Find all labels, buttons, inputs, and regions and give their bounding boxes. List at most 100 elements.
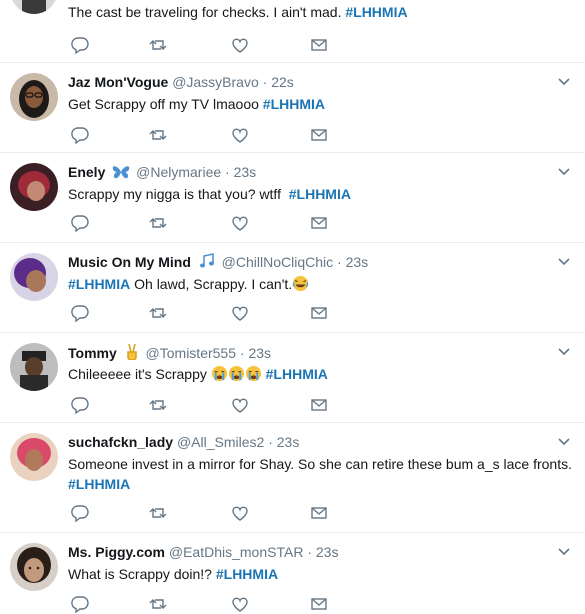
message-icon[interactable] — [309, 503, 329, 523]
reply-icon[interactable] — [70, 35, 90, 55]
tweet[interactable]: The cast be traveling for checks. I ain'… — [0, 0, 585, 63]
timestamp[interactable]: 23s — [234, 164, 257, 180]
like-icon[interactable] — [230, 503, 250, 523]
loudly-crying-emoji-icon — [228, 365, 245, 387]
avatar[interactable] — [10, 253, 58, 301]
reply-icon[interactable] — [70, 503, 90, 523]
tweet-header: Enely @Nelymariee · 23s — [68, 163, 256, 183]
avatar[interactable] — [10, 543, 58, 591]
tweet-actions — [68, 125, 348, 145]
avatar[interactable] — [10, 163, 58, 211]
loudly-crying-emoji-icon — [245, 365, 262, 387]
tweet-actions — [68, 303, 348, 323]
retweet-icon[interactable] — [148, 35, 168, 55]
hashtag-link[interactable]: #LHHMIA — [68, 276, 130, 292]
timestamp[interactable]: 23s — [277, 434, 300, 450]
reply-icon[interactable] — [70, 213, 90, 233]
message-icon[interactable] — [309, 395, 329, 415]
tweet-text: What is Scrappy doin!? #LHHMIA — [68, 564, 578, 584]
tweet[interactable]: Enely @Nelymariee · 23s Scrappy my nigga… — [0, 153, 585, 243]
timestamp[interactable]: 22s — [271, 74, 294, 90]
display-name[interactable]: Music On My Mind — [68, 254, 191, 270]
tweet[interactable]: suchafckn_lady @All_Smiles2 · 23s Someon… — [0, 423, 585, 533]
like-icon[interactable] — [230, 125, 250, 145]
avatar[interactable] — [10, 73, 58, 121]
retweet-icon[interactable] — [148, 125, 168, 145]
tweet-header: Music On My Mind @ChillNoCliqChic · 23s — [68, 253, 368, 273]
hashtag-link[interactable]: #LHHMIA — [263, 96, 325, 112]
tweet-text-body: The cast be traveling for checks. I ain'… — [68, 4, 346, 20]
tweet-text-body: Chileeeee it's Scrappy — [68, 366, 211, 382]
user-handle[interactable]: @All_Smiles2 — [177, 434, 264, 450]
chevron-down-icon[interactable] — [557, 545, 571, 559]
message-icon[interactable] — [309, 213, 329, 233]
reply-icon[interactable] — [70, 594, 90, 614]
tweet-text: Someone invest in a mirror for Shay. So … — [68, 454, 578, 494]
chevron-down-icon[interactable] — [557, 255, 571, 269]
tweet-text: Chileeeee it's Scrappy #LHHMIA — [68, 364, 578, 387]
like-icon[interactable] — [230, 35, 250, 55]
timestamp[interactable]: 23s — [316, 544, 339, 560]
reply-icon[interactable] — [70, 395, 90, 415]
chevron-down-icon[interactable] — [557, 75, 571, 89]
tweet[interactable]: Music On My Mind @ChillNoCliqChic · 23s … — [0, 243, 585, 333]
like-icon[interactable] — [230, 395, 250, 415]
message-icon[interactable] — [309, 35, 329, 55]
hashtag-link[interactable]: #LHHMIA — [345, 4, 407, 20]
loudly-crying-emoji-icon — [211, 365, 228, 387]
retweet-icon[interactable] — [148, 213, 168, 233]
like-icon[interactable] — [230, 594, 250, 614]
retweet-icon[interactable] — [148, 503, 168, 523]
avatar[interactable] — [10, 343, 58, 391]
avatar[interactable] — [10, 0, 58, 14]
user-handle[interactable]: @EatDhis_monSTAR — [169, 544, 304, 560]
like-icon[interactable] — [230, 303, 250, 323]
display-name[interactable]: Jaz Mon'Vogue — [68, 74, 168, 90]
tweet-actions — [68, 594, 348, 614]
timestamp[interactable]: 23s — [346, 254, 369, 270]
chevron-down-icon[interactable] — [557, 345, 571, 359]
timestamp[interactable]: 23s — [248, 345, 271, 361]
victory-hand-icon — [124, 343, 140, 364]
chevron-down-icon[interactable] — [557, 435, 571, 449]
separator-dot: · — [307, 544, 312, 560]
user-handle[interactable]: @Nelymariee — [136, 164, 221, 180]
tweet-text-body: Get Scrappy off my TV lmaooo — [68, 96, 263, 112]
separator-dot: · — [262, 74, 268, 90]
laughing-crying-emoji-icon — [292, 275, 309, 297]
avatar[interactable] — [10, 433, 58, 481]
tweet[interactable]: Jaz Mon'Vogue @JassyBravo · 22s Get Scra… — [0, 63, 585, 153]
tweet-text-body: Someone invest in a mirror for Shay. So … — [68, 456, 572, 472]
tweet-text: Get Scrappy off my TV lmaooo #LHHMIA — [68, 94, 578, 114]
separator-dot: · — [337, 254, 342, 270]
tweet-actions — [68, 503, 348, 523]
user-handle[interactable]: @JassyBravo — [172, 74, 259, 90]
reply-icon[interactable] — [70, 303, 90, 323]
tweet-text: The cast be traveling for checks. I ain'… — [68, 2, 578, 22]
display-name[interactable]: Ms. Piggy.com — [68, 544, 165, 560]
tweet[interactable]: Ms. Piggy.com @EatDhis_monSTAR · 23s Wha… — [0, 533, 585, 614]
chevron-down-icon[interactable] — [557, 165, 571, 179]
tweet-header: Jaz Mon'Vogue @JassyBravo · 22s — [68, 73, 294, 91]
hashtag-link[interactable]: #LHHMIA — [216, 566, 278, 582]
tweet-text-body: What is Scrappy doin!? — [68, 566, 216, 582]
display-name[interactable]: suchafckn_lady — [68, 434, 173, 450]
hashtag-link[interactable]: #LHHMIA — [289, 186, 351, 202]
display-name[interactable]: Tommy — [68, 345, 117, 361]
hashtag-link[interactable]: #LHHMIA — [68, 476, 130, 492]
hashtag-link[interactable]: #LHHMIA — [266, 366, 328, 382]
retweet-icon[interactable] — [148, 594, 168, 614]
message-icon[interactable] — [309, 594, 329, 614]
display-name[interactable]: Enely — [68, 164, 105, 180]
user-handle[interactable]: @ChillNoCliqChic — [222, 254, 333, 270]
reply-icon[interactable] — [70, 125, 90, 145]
tweet[interactable]: Tommy @Tomister555 · 23s Chileeeee it's … — [0, 333, 585, 423]
message-icon[interactable] — [309, 125, 329, 145]
tweet-header: Ms. Piggy.com @EatDhis_monSTAR · 23s — [68, 543, 338, 561]
tweet-text: #LHHMIA Oh lawd, Scrappy. I can't. — [68, 274, 578, 297]
retweet-icon[interactable] — [148, 303, 168, 323]
like-icon[interactable] — [230, 213, 250, 233]
message-icon[interactable] — [309, 303, 329, 323]
retweet-icon[interactable] — [148, 395, 168, 415]
user-handle[interactable]: @Tomister555 — [146, 345, 236, 361]
